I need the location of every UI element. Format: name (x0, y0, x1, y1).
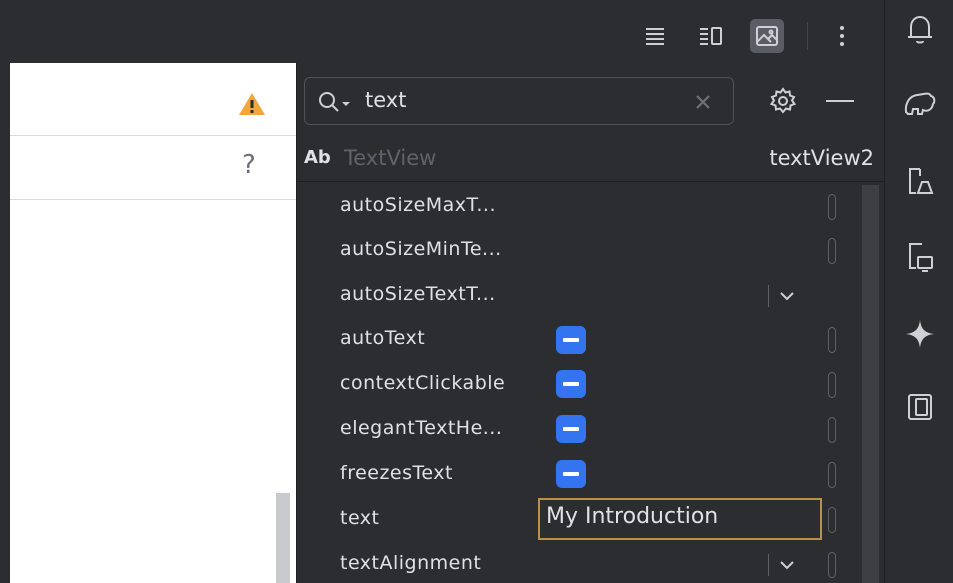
attribute-checkbox[interactable] (556, 460, 586, 488)
attribute-checkbox[interactable] (556, 415, 586, 443)
warning-icon[interactable] (238, 92, 266, 116)
device-manager-icon (909, 168, 934, 194)
minimize-panel-button[interactable] (826, 100, 854, 102)
clear-search-icon[interactable] (696, 95, 710, 109)
warnings-row (10, 63, 296, 136)
ide-window: ? text Ab TextView textView2 autoSizeMax… (0, 0, 953, 583)
attribute-name: freezesText (340, 462, 453, 484)
top-gap (0, 0, 884, 8)
header-divider (297, 181, 884, 182)
attribute-name: autoSizeMaxT... (340, 194, 497, 216)
attribute-name: text (340, 507, 380, 529)
gear-icon (769, 87, 797, 114)
chevron-down-icon (780, 561, 794, 570)
attributes-scrollbar[interactable] (862, 185, 879, 583)
chevron-down-icon (780, 292, 794, 301)
running-devices-icon (909, 243, 933, 272)
attribute-value-bracket[interactable] (828, 372, 836, 398)
code-view-icon (646, 28, 664, 45)
help-row: ? (10, 136, 296, 200)
indeterminate-icon (563, 472, 579, 476)
running-devices-button[interactable] (903, 240, 937, 274)
attribute-checkbox[interactable] (556, 326, 586, 354)
left-panel-scrollbar[interactable] (276, 493, 290, 583)
attribute-name: autoSizeTextT... (340, 283, 496, 305)
indeterminate-icon (563, 338, 579, 342)
settings-button[interactable] (769, 87, 797, 119)
attribute-name: autoSizeMinTe... (340, 238, 502, 260)
attribute-dropdown[interactable] (768, 553, 804, 579)
device-manager-button[interactable] (903, 165, 937, 199)
component-type-badge: Ab (304, 147, 331, 168)
indeterminate-icon (563, 382, 579, 386)
notifications-button[interactable] (903, 12, 937, 46)
attribute-name: autoText (340, 327, 426, 349)
component-id: textView2 (769, 146, 874, 170)
split-view-icon (700, 27, 722, 45)
text-value-input[interactable]: My Introduction (538, 498, 822, 540)
right-tool-window-bar (884, 0, 953, 583)
search-input[interactable]: text (365, 88, 406, 112)
toolbar-separator (807, 22, 808, 50)
attribute-name: textAlignment (340, 552, 482, 574)
design-view-icon (756, 26, 778, 46)
help-icon[interactable]: ? (242, 150, 256, 180)
device-mirroring-button[interactable] (903, 390, 937, 424)
attribute-value-bracket[interactable] (828, 238, 836, 264)
attribute-value-bracket[interactable] (828, 462, 836, 488)
attribute-name: elegantTextHe... (340, 417, 503, 439)
more-vertical-icon (840, 26, 844, 46)
gemini-button[interactable] (903, 317, 937, 351)
attributes-panel: text Ab TextView textView2 autoSizeMaxT.… (297, 63, 884, 583)
attribute-value-bracket[interactable] (828, 507, 836, 533)
search-icon[interactable] (317, 90, 353, 114)
component-tree-panel: ? (10, 63, 296, 583)
component-header: Ab TextView textView2 (297, 143, 884, 177)
code-view-button[interactable] (638, 19, 672, 53)
gradle-button[interactable] (903, 85, 937, 119)
bell-icon (908, 15, 932, 44)
attribute-search-box[interactable]: text (304, 77, 734, 125)
indeterminate-icon (563, 427, 579, 431)
more-options-button[interactable] (825, 19, 859, 53)
attribute-value-bracket[interactable] (828, 194, 836, 220)
device-mirror-icon (908, 394, 932, 420)
attribute-value-bracket[interactable] (828, 327, 836, 353)
attribute-value-bracket[interactable] (828, 417, 836, 443)
component-type-name: TextView (344, 146, 437, 170)
attribute-checkbox[interactable] (556, 370, 586, 398)
attribute-name: contextClickable (340, 372, 506, 394)
editor-toolbar (10, 8, 884, 63)
attribute-dropdown[interactable] (768, 284, 804, 310)
elephant-icon (904, 92, 936, 115)
design-view-button[interactable] (750, 19, 784, 53)
sparkle-icon (906, 320, 934, 348)
split-view-button[interactable] (694, 19, 728, 53)
attribute-value-bracket[interactable] (828, 552, 836, 578)
